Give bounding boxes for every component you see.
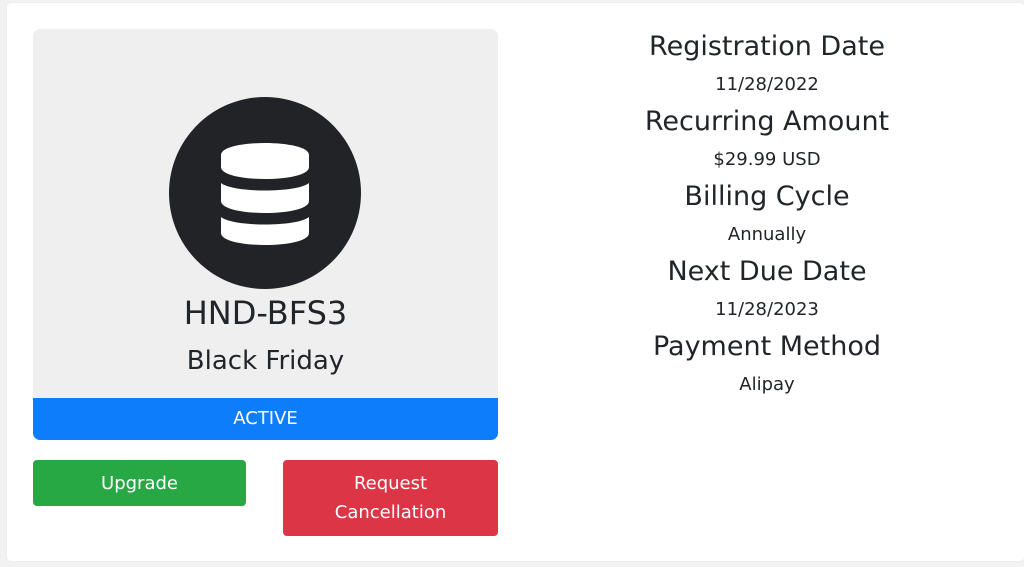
recurring-amount-label: Recurring Amount bbox=[644, 106, 890, 137]
product-group: Black Friday bbox=[186, 346, 345, 376]
product-card: HND-BFS3 Black Friday ACTIVE bbox=[33, 29, 498, 440]
recurring-amount-value: $29.99 USD bbox=[713, 149, 821, 170]
payment-method-label: Payment Method bbox=[652, 331, 882, 362]
request-cancellation-button[interactable]: Request Cancellation bbox=[283, 460, 498, 536]
status-badge: ACTIVE bbox=[33, 398, 498, 440]
payment-method-value: Alipay bbox=[739, 374, 795, 395]
database-icon bbox=[169, 97, 361, 289]
upgrade-button[interactable]: Upgrade bbox=[33, 460, 246, 506]
billing-details: Registration Date 11/28/2022 Recurring A… bbox=[560, 27, 974, 402]
registration-date-label: Registration Date bbox=[649, 31, 885, 62]
billing-cycle-label: Billing Cycle bbox=[684, 181, 850, 212]
billing-cycle-value: Annually bbox=[727, 224, 807, 245]
next-due-date-label: Next Due Date bbox=[667, 256, 867, 287]
cancel-label-line1: Request bbox=[353, 473, 428, 494]
cancel-label-line2: Cancellation bbox=[334, 502, 447, 523]
product-name: HND-BFS3 bbox=[183, 294, 348, 332]
next-due-date-value: 11/28/2023 bbox=[715, 299, 819, 320]
registration-date-value: 11/28/2022 bbox=[715, 74, 819, 95]
